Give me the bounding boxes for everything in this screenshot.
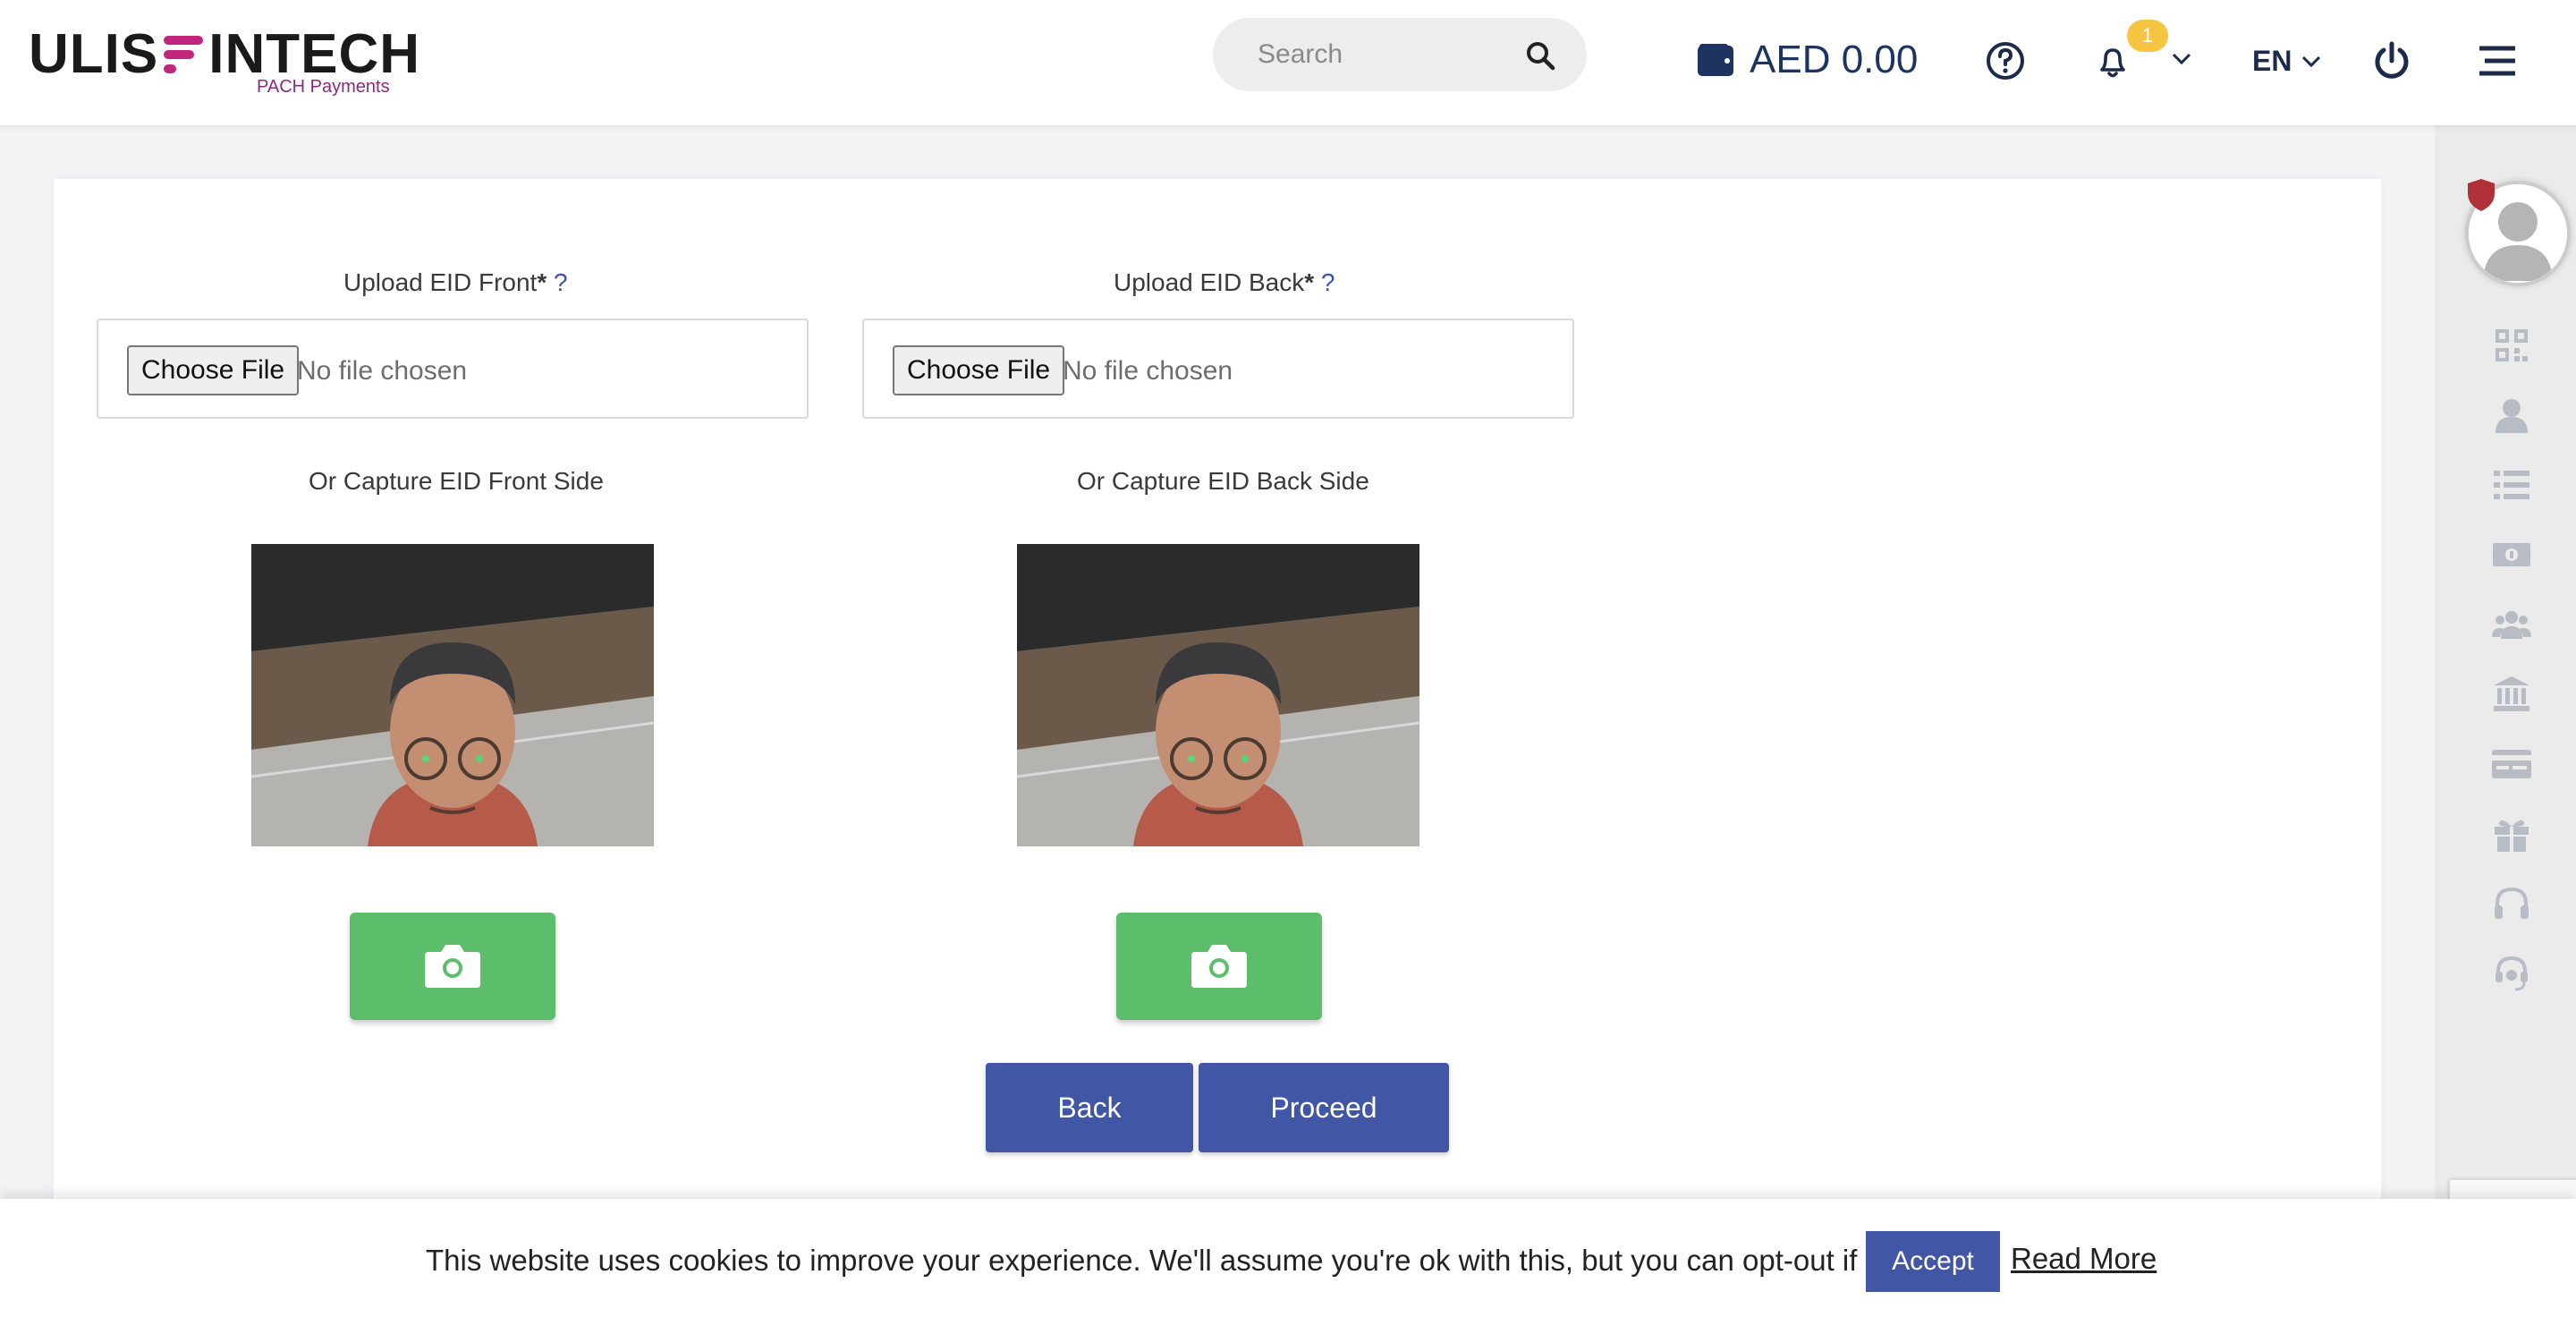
no-file-chosen-front: No file chosen: [297, 356, 468, 386]
required-mark: *: [1304, 268, 1315, 296]
logo-subtitle: PACH Payments: [257, 77, 390, 97]
logo-text-left: ULIS: [29, 23, 159, 85]
back-button[interactable]: Back: [986, 1063, 1193, 1152]
camera-icon: [425, 945, 480, 988]
choose-file-front-button[interactable]: Choose File: [127, 345, 300, 395]
money-icon[interactable]: [2492, 535, 2531, 574]
support-icon[interactable]: [2492, 954, 2531, 993]
cookie-accept-button[interactable]: Accept: [1866, 1231, 2000, 1292]
shield-badge-icon: [2468, 179, 2495, 211]
choose-file-back-button[interactable]: Choose File: [893, 345, 1065, 395]
list-icon[interactable]: [2492, 465, 2531, 505]
gift-icon[interactable]: [2492, 814, 2531, 854]
help-mark[interactable]: ?: [1321, 268, 1335, 296]
brand-logo[interactable]: ULIS INTECH PACH Payments: [29, 27, 420, 98]
capture-front-button[interactable]: [350, 913, 555, 1020]
upload-eid-back-text: Upload EID Back: [1114, 268, 1305, 296]
power-icon[interactable]: [2370, 39, 2413, 82]
required-mark: *: [537, 268, 547, 296]
wallet-icon: [1698, 44, 1733, 76]
card-icon[interactable]: [2492, 744, 2531, 784]
menu-icon[interactable]: [2476, 39, 2519, 82]
cookie-read-more-link[interactable]: Read More: [2011, 1242, 2157, 1276]
cookie-banner: This website uses cookies to improve you…: [0, 1199, 2576, 1317]
camera-preview-front: [251, 544, 654, 846]
search-box: [1213, 18, 1587, 91]
capture-front-label: Or Capture EID Front Side: [309, 467, 604, 495]
headphones-icon[interactable]: [2492, 884, 2531, 923]
language-label: EN: [2252, 45, 2292, 77]
language-chevron-icon: [2302, 55, 2321, 67]
wallet-amount: AED 0.00: [1750, 38, 1919, 81]
camera-preview-back: [1017, 544, 1419, 846]
notification-badge: 1: [2127, 20, 2168, 52]
language-selector[interactable]: EN: [2252, 45, 2322, 78]
search-input[interactable]: [1258, 18, 1526, 91]
top-header: ULIS INTECH PACH Payments AED 0.00: [0, 0, 2576, 125]
right-sidebar: [2435, 125, 2576, 1199]
user-icon[interactable]: [2492, 395, 2531, 435]
upload-eid-back-label: Upload EID Back* ?: [1114, 268, 1335, 297]
capture-back-label: Or Capture EID Back Side: [1077, 467, 1369, 495]
qr-code-icon[interactable]: [2492, 326, 2531, 365]
upload-eid-front-text: Upload EID Front: [343, 268, 538, 296]
capture-back-button[interactable]: [1116, 913, 1322, 1020]
eid-front-file-input[interactable]: Choose File No file chosen: [97, 319, 809, 419]
proceed-button[interactable]: Proceed: [1199, 1063, 1449, 1152]
search-icon[interactable]: [1524, 39, 1556, 72]
camera-icon: [1191, 945, 1247, 988]
help-mark[interactable]: ?: [554, 268, 568, 296]
help-icon[interactable]: [1984, 39, 2027, 82]
logo-text-right: INTECH: [208, 23, 421, 85]
upload-eid-front-label: Upload EID Front* ?: [343, 268, 568, 297]
bank-icon[interactable]: [2492, 675, 2531, 714]
eid-back-file-input[interactable]: Choose File No file chosen: [862, 319, 1574, 419]
users-icon[interactable]: [2492, 605, 2531, 644]
chevron-down-icon[interactable]: [2170, 50, 2193, 68]
bell-icon[interactable]: [2091, 39, 2134, 82]
wallet-balance[interactable]: AED 0.00: [1696, 38, 1918, 82]
cookie-message: This website uses cookies to improve you…: [426, 1244, 1989, 1277]
logo-f-mark: [164, 34, 204, 75]
no-file-chosen-back: No file chosen: [1063, 356, 1233, 386]
